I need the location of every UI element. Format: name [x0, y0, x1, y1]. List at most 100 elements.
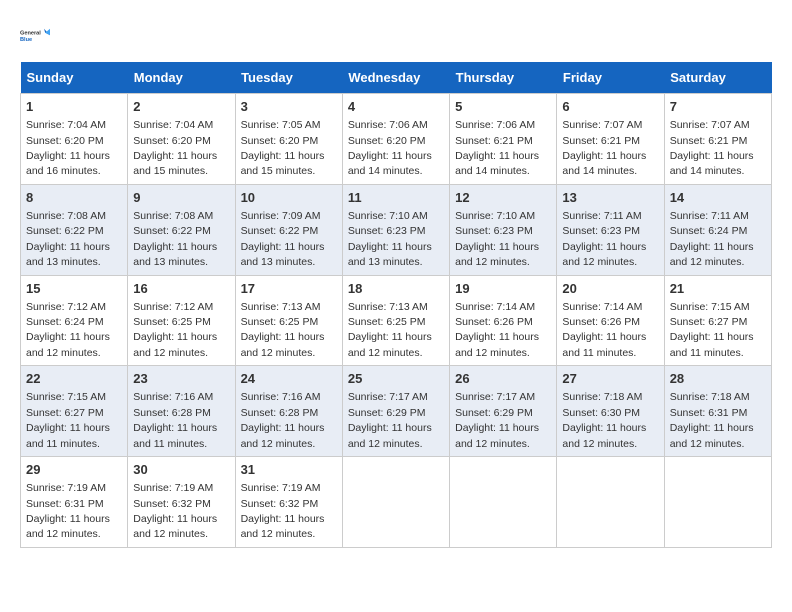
cell-content: Sunrise: 7:14 AMSunset: 6:26 PMDaylight:… [455, 301, 539, 359]
cell-content: Sunrise: 7:18 AMSunset: 6:30 PMDaylight:… [562, 391, 646, 449]
cell-content: Sunrise: 7:16 AMSunset: 6:28 PMDaylight:… [133, 391, 217, 449]
day-header-monday: Monday [128, 62, 235, 94]
calendar-cell: 18 Sunrise: 7:13 AMSunset: 6:25 PMDaylig… [342, 275, 449, 366]
cell-content: Sunrise: 7:06 AMSunset: 6:21 PMDaylight:… [455, 119, 539, 177]
calendar-cell: 26 Sunrise: 7:17 AMSunset: 6:29 PMDaylig… [450, 366, 557, 457]
day-number: 11 [348, 189, 444, 207]
day-number: 26 [455, 370, 551, 388]
day-header-row: SundayMondayTuesdayWednesdayThursdayFrid… [21, 62, 772, 94]
day-number: 30 [133, 461, 229, 479]
day-header-sunday: Sunday [21, 62, 128, 94]
cell-content: Sunrise: 7:07 AMSunset: 6:21 PMDaylight:… [670, 119, 754, 177]
day-number: 4 [348, 98, 444, 116]
day-header-tuesday: Tuesday [235, 62, 342, 94]
calendar-cell: 1 Sunrise: 7:04 AMSunset: 6:20 PMDayligh… [21, 94, 128, 185]
cell-content: Sunrise: 7:19 AMSunset: 6:32 PMDaylight:… [241, 482, 325, 540]
calendar-cell: 25 Sunrise: 7:17 AMSunset: 6:29 PMDaylig… [342, 366, 449, 457]
calendar-cell: 9 Sunrise: 7:08 AMSunset: 6:22 PMDayligh… [128, 184, 235, 275]
cell-content: Sunrise: 7:06 AMSunset: 6:20 PMDaylight:… [348, 119, 432, 177]
day-number: 8 [26, 189, 122, 207]
cell-content: Sunrise: 7:11 AMSunset: 6:23 PMDaylight:… [562, 210, 646, 268]
cell-content: Sunrise: 7:13 AMSunset: 6:25 PMDaylight:… [348, 301, 432, 359]
cell-content: Sunrise: 7:16 AMSunset: 6:28 PMDaylight:… [241, 391, 325, 449]
cell-content: Sunrise: 7:15 AMSunset: 6:27 PMDaylight:… [26, 391, 110, 449]
calendar-cell [557, 457, 664, 548]
cell-content: Sunrise: 7:04 AMSunset: 6:20 PMDaylight:… [26, 119, 110, 177]
svg-text:General: General [20, 30, 41, 36]
day-number: 15 [26, 280, 122, 298]
calendar-cell: 28 Sunrise: 7:18 AMSunset: 6:31 PMDaylig… [664, 366, 771, 457]
cell-content: Sunrise: 7:13 AMSunset: 6:25 PMDaylight:… [241, 301, 325, 359]
calendar-cell: 30 Sunrise: 7:19 AMSunset: 6:32 PMDaylig… [128, 457, 235, 548]
day-number: 27 [562, 370, 658, 388]
day-number: 20 [562, 280, 658, 298]
day-header-thursday: Thursday [450, 62, 557, 94]
calendar-cell: 21 Sunrise: 7:15 AMSunset: 6:27 PMDaylig… [664, 275, 771, 366]
week-row-2: 8 Sunrise: 7:08 AMSunset: 6:22 PMDayligh… [21, 184, 772, 275]
calendar-cell: 31 Sunrise: 7:19 AMSunset: 6:32 PMDaylig… [235, 457, 342, 548]
calendar-cell: 13 Sunrise: 7:11 AMSunset: 6:23 PMDaylig… [557, 184, 664, 275]
cell-content: Sunrise: 7:10 AMSunset: 6:23 PMDaylight:… [455, 210, 539, 268]
cell-content: Sunrise: 7:19 AMSunset: 6:32 PMDaylight:… [133, 482, 217, 540]
calendar-cell: 7 Sunrise: 7:07 AMSunset: 6:21 PMDayligh… [664, 94, 771, 185]
day-number: 10 [241, 189, 337, 207]
cell-content: Sunrise: 7:07 AMSunset: 6:21 PMDaylight:… [562, 119, 646, 177]
day-number: 22 [26, 370, 122, 388]
calendar-cell [450, 457, 557, 548]
day-number: 14 [670, 189, 766, 207]
day-number: 31 [241, 461, 337, 479]
week-row-1: 1 Sunrise: 7:04 AMSunset: 6:20 PMDayligh… [21, 94, 772, 185]
day-number: 21 [670, 280, 766, 298]
week-row-3: 15 Sunrise: 7:12 AMSunset: 6:24 PMDaylig… [21, 275, 772, 366]
calendar-cell: 10 Sunrise: 7:09 AMSunset: 6:22 PMDaylig… [235, 184, 342, 275]
logo-icon: GeneralBlue [20, 20, 52, 52]
calendar-cell [664, 457, 771, 548]
cell-content: Sunrise: 7:08 AMSunset: 6:22 PMDaylight:… [133, 210, 217, 268]
cell-content: Sunrise: 7:12 AMSunset: 6:25 PMDaylight:… [133, 301, 217, 359]
day-number: 3 [241, 98, 337, 116]
cell-content: Sunrise: 7:15 AMSunset: 6:27 PMDaylight:… [670, 301, 754, 359]
day-number: 2 [133, 98, 229, 116]
calendar-cell: 29 Sunrise: 7:19 AMSunset: 6:31 PMDaylig… [21, 457, 128, 548]
cell-content: Sunrise: 7:11 AMSunset: 6:24 PMDaylight:… [670, 210, 754, 268]
day-number: 1 [26, 98, 122, 116]
logo: GeneralBlue [20, 20, 52, 52]
day-number: 5 [455, 98, 551, 116]
calendar-cell: 12 Sunrise: 7:10 AMSunset: 6:23 PMDaylig… [450, 184, 557, 275]
day-number: 9 [133, 189, 229, 207]
day-number: 7 [670, 98, 766, 116]
day-number: 19 [455, 280, 551, 298]
day-number: 24 [241, 370, 337, 388]
day-number: 6 [562, 98, 658, 116]
day-number: 12 [455, 189, 551, 207]
cell-content: Sunrise: 7:08 AMSunset: 6:22 PMDaylight:… [26, 210, 110, 268]
week-row-5: 29 Sunrise: 7:19 AMSunset: 6:31 PMDaylig… [21, 457, 772, 548]
cell-content: Sunrise: 7:04 AMSunset: 6:20 PMDaylight:… [133, 119, 217, 177]
calendar-cell: 23 Sunrise: 7:16 AMSunset: 6:28 PMDaylig… [128, 366, 235, 457]
calendar-cell: 17 Sunrise: 7:13 AMSunset: 6:25 PMDaylig… [235, 275, 342, 366]
calendar-cell: 3 Sunrise: 7:05 AMSunset: 6:20 PMDayligh… [235, 94, 342, 185]
day-header-wednesday: Wednesday [342, 62, 449, 94]
calendar-cell: 8 Sunrise: 7:08 AMSunset: 6:22 PMDayligh… [21, 184, 128, 275]
calendar-cell: 27 Sunrise: 7:18 AMSunset: 6:30 PMDaylig… [557, 366, 664, 457]
calendar-cell: 14 Sunrise: 7:11 AMSunset: 6:24 PMDaylig… [664, 184, 771, 275]
calendar-cell: 4 Sunrise: 7:06 AMSunset: 6:20 PMDayligh… [342, 94, 449, 185]
day-number: 17 [241, 280, 337, 298]
calendar-cell: 6 Sunrise: 7:07 AMSunset: 6:21 PMDayligh… [557, 94, 664, 185]
calendar-cell: 22 Sunrise: 7:15 AMSunset: 6:27 PMDaylig… [21, 366, 128, 457]
day-header-friday: Friday [557, 62, 664, 94]
calendar-table: SundayMondayTuesdayWednesdayThursdayFrid… [20, 62, 772, 548]
calendar-cell: 5 Sunrise: 7:06 AMSunset: 6:21 PMDayligh… [450, 94, 557, 185]
cell-content: Sunrise: 7:09 AMSunset: 6:22 PMDaylight:… [241, 210, 325, 268]
calendar-cell: 15 Sunrise: 7:12 AMSunset: 6:24 PMDaylig… [21, 275, 128, 366]
calendar-cell [342, 457, 449, 548]
calendar-cell: 20 Sunrise: 7:14 AMSunset: 6:26 PMDaylig… [557, 275, 664, 366]
cell-content: Sunrise: 7:17 AMSunset: 6:29 PMDaylight:… [455, 391, 539, 449]
calendar-cell: 24 Sunrise: 7:16 AMSunset: 6:28 PMDaylig… [235, 366, 342, 457]
day-number: 23 [133, 370, 229, 388]
svg-text:Blue: Blue [20, 37, 32, 43]
cell-content: Sunrise: 7:10 AMSunset: 6:23 PMDaylight:… [348, 210, 432, 268]
calendar-cell: 19 Sunrise: 7:14 AMSunset: 6:26 PMDaylig… [450, 275, 557, 366]
cell-content: Sunrise: 7:18 AMSunset: 6:31 PMDaylight:… [670, 391, 754, 449]
cell-content: Sunrise: 7:19 AMSunset: 6:31 PMDaylight:… [26, 482, 110, 540]
